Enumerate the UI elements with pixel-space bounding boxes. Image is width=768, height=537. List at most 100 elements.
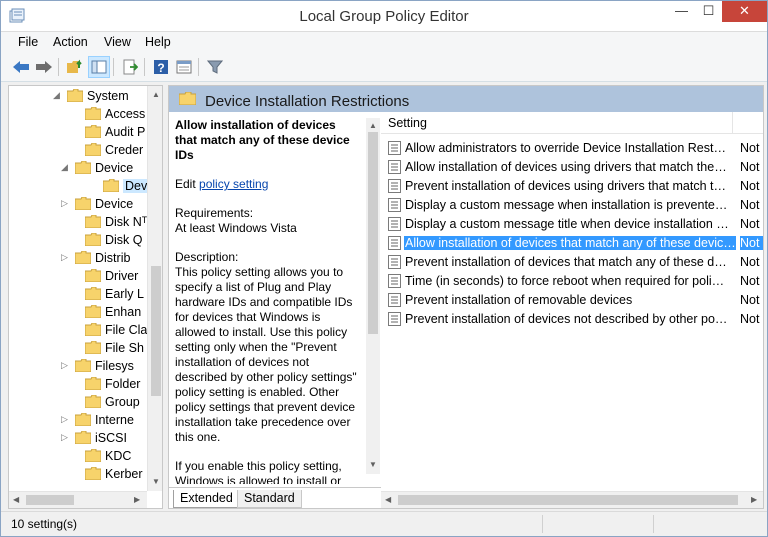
tree-item[interactable]: ▷ Filesys (9, 357, 147, 375)
setting-state: Not configured (740, 255, 763, 269)
tree-item-label: Enhan (105, 305, 142, 319)
folder-icon (179, 92, 196, 105)
collapse-icon[interactable]: ◢ (53, 90, 63, 101)
settings-scroll-thumb[interactable] (398, 495, 738, 505)
tree-item[interactable]: ◢ Device (9, 159, 147, 177)
setting-name: Prevent installation of devices using dr… (405, 179, 729, 193)
setting-row[interactable]: Allow administrators to override Device … (381, 139, 763, 158)
tree-item[interactable]: ◢ System (9, 87, 147, 105)
export-list-icon[interactable] (119, 56, 141, 78)
setting-row[interactable]: Display a custom message when installati… (381, 196, 763, 215)
help-icon[interactable]: ? (150, 56, 172, 78)
expand-icon[interactable]: ▷ (61, 432, 71, 443)
svg-text:?: ? (157, 61, 164, 75)
tree-vertical-scrollbar[interactable]: ▲ ▼ (147, 86, 162, 491)
tree-item[interactable]: Creder (9, 141, 147, 159)
menu-view[interactable]: View (104, 35, 131, 49)
desc-scroll-up-icon[interactable]: ▲ (369, 121, 377, 130)
up-folder-icon[interactable] (64, 56, 86, 78)
setting-row[interactable]: Prevent installation of devices not desc… (381, 310, 763, 329)
main-window: Local Group Policy Editor — ☐ ✕ File Act… (0, 0, 768, 537)
scroll-right-arrow-icon[interactable]: ▶ (134, 495, 140, 504)
collapse-icon[interactable]: ◢ (61, 162, 71, 173)
tree-item[interactable]: ▷ Interne (9, 411, 147, 429)
tree-item[interactable]: Driver (9, 267, 147, 285)
setting-row[interactable]: Allow installation of devices using driv… (381, 158, 763, 177)
tree-item[interactable]: KDC (9, 447, 147, 465)
folder-icon (75, 431, 91, 444)
setting-row[interactable]: Prevent installation of devices using dr… (381, 177, 763, 196)
tree-item[interactable]: ▷ Device (9, 195, 147, 213)
tree-item[interactable]: Access (9, 105, 147, 123)
scroll-left-arrow-icon[interactable]: ◀ (13, 495, 19, 504)
menu-help[interactable]: Help (145, 35, 171, 49)
tree-item-label: Disk Q (105, 233, 143, 247)
scroll-up-arrow-icon[interactable]: ▲ (152, 90, 160, 99)
column-divider[interactable] (732, 112, 733, 134)
tab-extended[interactable]: Extended (173, 490, 240, 508)
tree-scroll-thumb[interactable] (151, 266, 161, 396)
tree-horizontal-scrollbar[interactable]: ◀ ▶ (9, 491, 147, 508)
tree-hscroll-thumb[interactable] (26, 495, 74, 505)
scroll-down-arrow-icon[interactable]: ▼ (152, 477, 160, 486)
setting-name: Allow installation of devices using driv… (405, 160, 729, 174)
folder-icon (85, 323, 101, 336)
setting-name: Prevent installation of devices that mat… (405, 255, 729, 269)
tree-item[interactable]: Disk Nᵀ (9, 213, 147, 231)
edit-policy-setting-link[interactable]: policy setting (199, 177, 268, 191)
column-setting-header[interactable]: Setting (388, 116, 427, 130)
desc-scroll-thumb[interactable] (368, 132, 378, 334)
expand-icon[interactable]: ▷ (61, 414, 71, 425)
properties-icon[interactable] (173, 56, 195, 78)
folder-icon (75, 197, 91, 210)
title-bar[interactable]: Local Group Policy Editor — ☐ ✕ (1, 1, 767, 32)
tree-item[interactable]: File Cla (9, 321, 147, 339)
show-hide-tree-icon[interactable] (88, 56, 110, 78)
tree-item[interactable]: File Sh (9, 339, 147, 357)
setting-row[interactable]: Display a custom message title when devi… (381, 215, 763, 234)
tree-item[interactable]: Enhan (9, 303, 147, 321)
tree-item[interactable]: Folder (9, 375, 147, 393)
tree-item-label: Creder (105, 143, 144, 157)
tree-item-label: System (87, 89, 129, 103)
back-arrow-icon[interactable] (10, 56, 32, 78)
setting-row[interactable]: Prevent installation of removable device… (381, 291, 763, 310)
tree-item[interactable]: Dev (9, 177, 150, 195)
settings-scroll-right-icon[interactable]: ▶ (751, 495, 757, 504)
tree-item-label: Group (105, 395, 140, 409)
tree-item-label: Access (105, 107, 146, 121)
tree-item[interactable]: ▷ iSCSI (9, 429, 147, 447)
menu-action[interactable]: Action (53, 35, 88, 49)
tree-item[interactable]: Audit P (9, 123, 147, 141)
expand-icon[interactable]: ▷ (61, 198, 71, 209)
tab-standard[interactable]: Standard (237, 490, 302, 508)
close-button[interactable]: ✕ (722, 1, 767, 22)
settings-scroll-left-icon[interactable]: ◀ (385, 495, 391, 504)
settings-horizontal-scrollbar[interactable]: ◀ ▶ (381, 491, 763, 508)
expand-icon[interactable]: ▷ (61, 252, 71, 263)
folder-icon (85, 269, 101, 282)
desc-scroll-down-icon[interactable]: ▼ (369, 460, 377, 469)
folder-icon (85, 287, 101, 300)
tree-item[interactable]: Kerber (9, 465, 147, 483)
maximize-button[interactable]: ☐ (695, 1, 722, 22)
tree-item-label: Disk Nᵀ (105, 215, 148, 229)
tree-item[interactable]: Early L (9, 285, 147, 303)
requirements: Requirements: At least Windows Vista (175, 206, 361, 236)
setting-row[interactable]: Allow installation of devices that match… (381, 234, 763, 253)
expand-icon[interactable]: ▷ (61, 360, 71, 371)
setting-row[interactable]: Time (in seconds) to force reboot when r… (381, 272, 763, 291)
menu-file[interactable]: File (18, 35, 38, 49)
setting-row[interactable]: Prevent installation of devices that mat… (381, 253, 763, 272)
minimize-button[interactable]: — (668, 1, 695, 22)
tree-item[interactable]: ▷ Distrib (9, 249, 147, 267)
tree-item[interactable]: Group (9, 393, 147, 411)
setting-name: Display a custom message title when devi… (405, 217, 729, 231)
tree-item[interactable]: Disk Q (9, 231, 147, 249)
folder-icon (85, 305, 101, 318)
description-scrollbar[interactable]: ▲ ▼ (366, 118, 380, 474)
setting-state: Not configured (740, 179, 763, 193)
console-tree[interactable]: ◢ System Access Audit P Creder ◢ Device Dev ▷ Dev… (8, 85, 163, 509)
forward-arrow-icon[interactable] (33, 56, 55, 78)
filter-icon[interactable] (204, 56, 226, 78)
